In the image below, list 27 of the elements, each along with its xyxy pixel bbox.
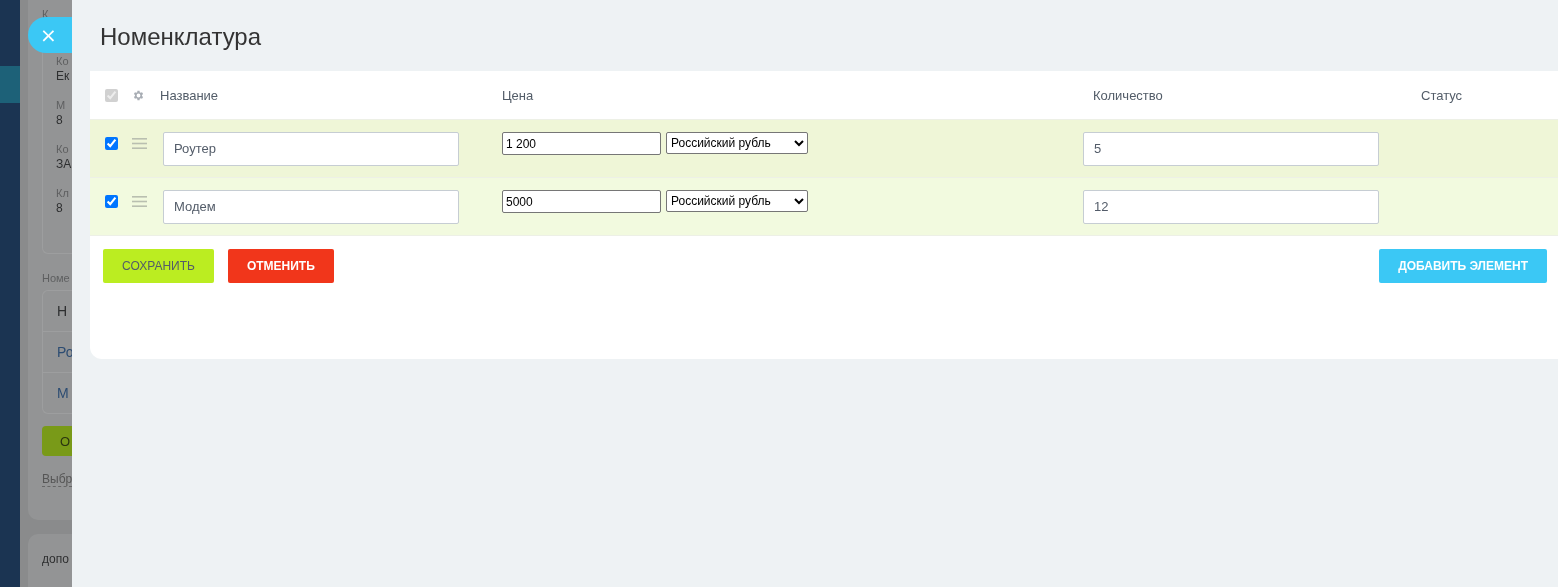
quantity-field[interactable]: 5 [1083,131,1379,166]
row-checkbox[interactable] [105,137,118,150]
column-header: Название [160,87,219,103]
field-value: 8 [56,201,64,215]
settings-icon[interactable] [132,88,145,102]
cancel-button[interactable]: ОТМЕНИТЬ [227,249,334,283]
field-value: Ек [56,69,71,83]
row-checkbox[interactable] [105,195,118,208]
price-field[interactable]: 1 200 [502,132,661,155]
sidebar-active-item[interactable] [0,66,20,103]
column-header: Количество [1093,87,1163,103]
drag-handle-icon[interactable] [132,138,147,149]
field-value: 8 [56,113,64,127]
action-button[interactable]: О [42,426,72,456]
drag-handle-icon[interactable] [132,196,147,207]
currency-select[interactable]: Российский рубль [666,132,808,154]
quantity-field[interactable]: 12 [1083,189,1379,224]
save-button[interactable]: СОХРАНИТЬ [103,249,214,283]
name-field[interactable]: Роутер [163,131,459,166]
column-header: Цена [502,87,534,103]
price-field[interactable]: 5000 [502,190,661,213]
currency-select[interactable]: Российский рубль [666,190,808,212]
field-value: ЗА [56,157,72,171]
section-title: допо [42,552,70,566]
panel-title: Номенклатура [100,23,262,51]
column-header: Статус [1421,87,1463,103]
name-field[interactable]: Модем [163,189,459,224]
